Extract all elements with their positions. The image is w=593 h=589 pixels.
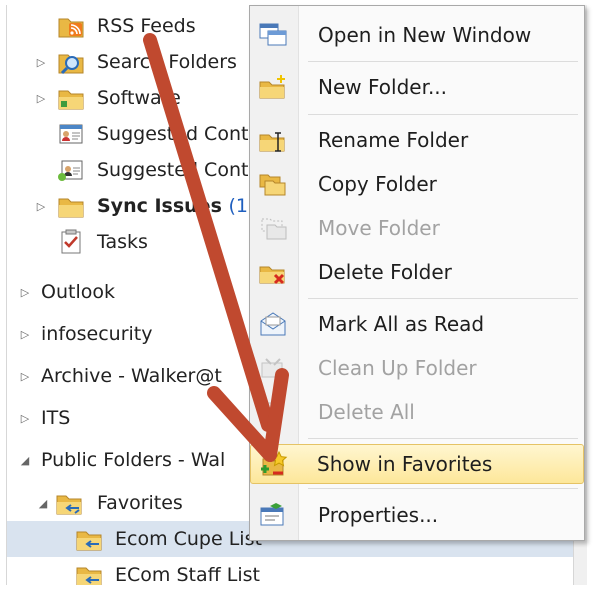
tree-item-label: RSS Feeds bbox=[97, 15, 196, 37]
expand-arrow-icon[interactable]: ▷ bbox=[35, 44, 47, 80]
search-folder-icon bbox=[57, 49, 85, 75]
expand-arrow-icon[interactable]: ▷ bbox=[19, 316, 31, 352]
tree-item-label: Sync Issues (15 bbox=[97, 195, 261, 217]
folder-icon bbox=[57, 85, 85, 111]
properties-icon bbox=[258, 502, 288, 528]
favorites-star-icon bbox=[259, 450, 289, 477]
new-folder-icon bbox=[258, 74, 288, 100]
menu-item-clean-up-folder[interactable]: Clean Up Folder bbox=[252, 349, 582, 387]
tree-item-label: ITS bbox=[41, 407, 71, 429]
copy-folder-icon bbox=[258, 171, 288, 197]
menu-separator bbox=[308, 61, 578, 62]
public-folder-icon bbox=[55, 490, 83, 516]
menu-item-delete-folder[interactable]: Delete Folder bbox=[252, 253, 582, 291]
tree-item-label: Archive - Walker@t bbox=[41, 365, 222, 387]
menu-item-properties[interactable]: Properties... bbox=[252, 496, 582, 534]
expand-arrow-icon[interactable]: ▷ bbox=[35, 188, 47, 224]
menu-item-label: Move Folder bbox=[318, 216, 440, 240]
menu-item-label: Delete All bbox=[318, 400, 415, 424]
tree-item-label: Software bbox=[97, 87, 181, 109]
menu-item-mark-all-read[interactable]: Mark All as Read bbox=[252, 305, 582, 343]
expand-arrow-icon[interactable]: ▷ bbox=[19, 400, 31, 436]
menu-separator bbox=[308, 298, 578, 299]
delete-all-icon bbox=[258, 399, 288, 425]
menu-item-label: Open in New Window bbox=[318, 23, 532, 47]
menu-item-move-folder[interactable]: Move Folder bbox=[252, 209, 582, 247]
menu-item-label: Properties... bbox=[318, 503, 439, 527]
menu-separator bbox=[308, 488, 578, 489]
menu-item-open-new-window[interactable]: Open in New Window bbox=[252, 16, 582, 54]
tree-item-label: infosecurity bbox=[41, 323, 153, 345]
expand-arrow-icon[interactable]: ▷ bbox=[35, 80, 47, 116]
tree-item-label: Favorites bbox=[97, 492, 183, 514]
delete-folder-icon bbox=[258, 259, 288, 285]
public-folder-icon bbox=[75, 562, 103, 585]
tasks-icon bbox=[57, 229, 85, 255]
collapse-arrow-icon[interactable]: ◢ bbox=[37, 485, 49, 521]
menu-item-label: Rename Folder bbox=[318, 128, 469, 152]
context-menu: Open in New Window New Folder... Rename … bbox=[249, 5, 585, 541]
expand-arrow-icon[interactable]: ▷ bbox=[19, 274, 31, 310]
folder-icon bbox=[57, 193, 85, 219]
expand-arrow-icon[interactable]: ▷ bbox=[19, 358, 31, 394]
menu-item-label: Delete Folder bbox=[318, 260, 452, 284]
menu-item-copy-folder[interactable]: Copy Folder bbox=[252, 165, 582, 203]
menu-item-label: Copy Folder bbox=[318, 172, 437, 196]
rss-folder-icon bbox=[57, 13, 85, 39]
menu-item-label: Mark All as Read bbox=[318, 312, 485, 336]
tree-item-ecom-staff-list[interactable]: ECom Staff List bbox=[7, 557, 587, 585]
contacts-sync-icon bbox=[57, 157, 85, 183]
public-folder-icon bbox=[75, 526, 103, 552]
open-window-icon bbox=[258, 22, 288, 48]
move-folder-icon bbox=[258, 215, 288, 241]
menu-item-delete-all[interactable]: Delete All bbox=[252, 393, 582, 431]
clean-up-icon bbox=[258, 355, 288, 381]
contacts-icon bbox=[57, 121, 85, 147]
menu-item-label: Show in Favorites bbox=[317, 452, 493, 476]
tree-item-label: Public Folders - Wal bbox=[41, 449, 226, 471]
menu-item-label: New Folder... bbox=[318, 75, 448, 99]
menu-separator bbox=[308, 438, 578, 439]
tree-item-label: Tasks bbox=[97, 231, 148, 253]
menu-item-show-in-favorites[interactable]: Show in Favorites bbox=[250, 444, 584, 484]
collapse-arrow-icon[interactable]: ◢ bbox=[19, 442, 31, 478]
menu-item-rename-folder[interactable]: Rename Folder bbox=[252, 121, 582, 159]
menu-item-label: Clean Up Folder bbox=[318, 356, 477, 380]
mark-read-icon bbox=[258, 311, 288, 337]
tree-item-label: Search Folders bbox=[97, 51, 237, 73]
menu-separator bbox=[308, 114, 578, 115]
rename-folder-icon bbox=[258, 127, 288, 153]
tree-item-label: ECom Staff List bbox=[115, 564, 260, 585]
menu-item-new-folder[interactable]: New Folder... bbox=[252, 68, 582, 106]
tree-item-label: Outlook bbox=[41, 281, 115, 303]
tree-item-label: Ecom Cupe List bbox=[115, 528, 262, 550]
